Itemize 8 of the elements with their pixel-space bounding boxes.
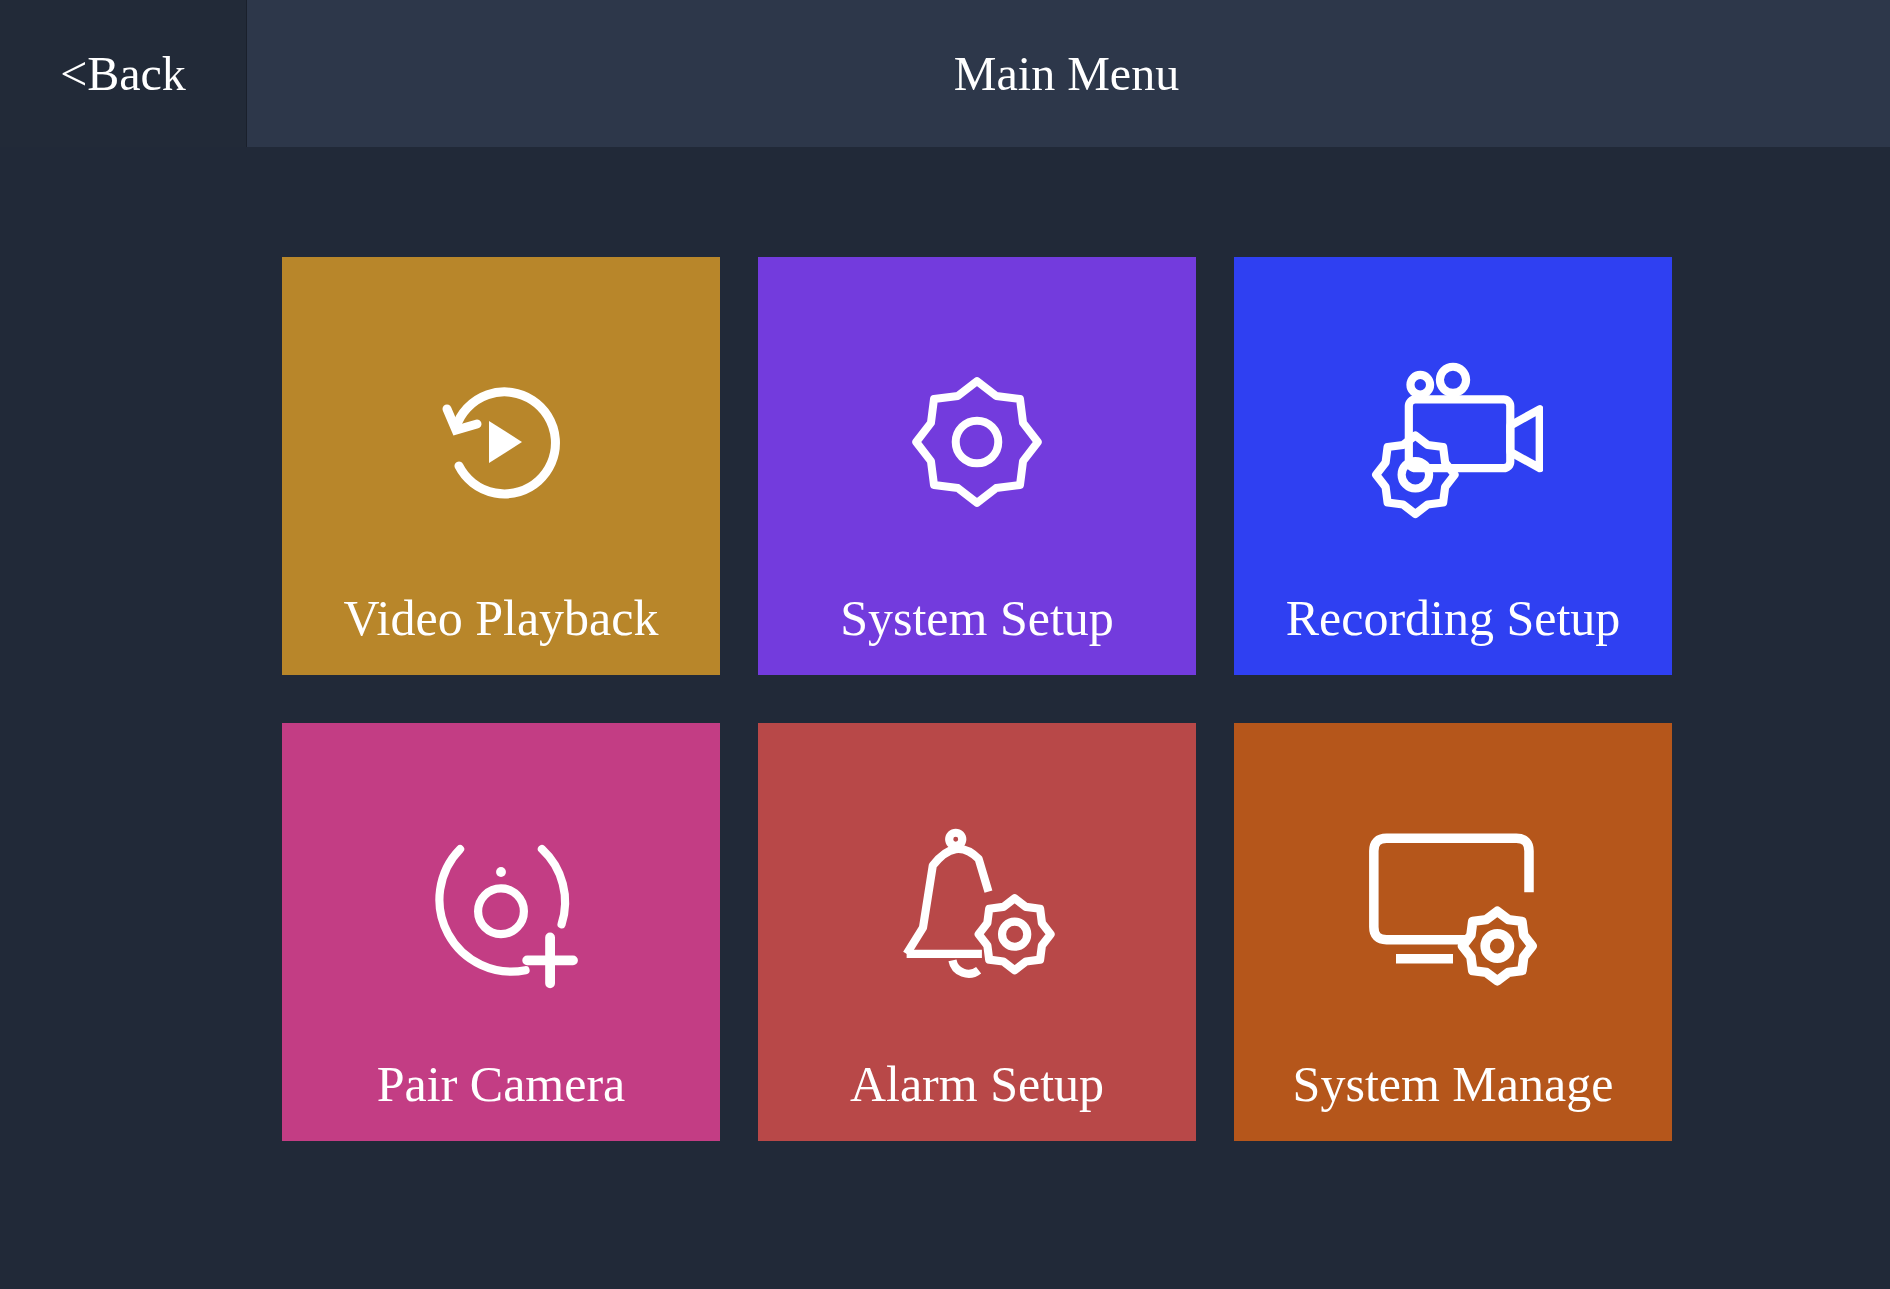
menu-tile[interactable]: System Setup (758, 257, 1196, 675)
menu-tile[interactable]: Alarm Setup (758, 723, 1196, 1141)
menu-tile[interactable]: Recording Setup (1234, 257, 1672, 675)
menu-tile[interactable]: Pair Camera (282, 723, 720, 1141)
menu-tile[interactable]: System Manage (1234, 723, 1672, 1141)
menu-tile[interactable]: Video Playback (282, 257, 720, 675)
back-button[interactable]: <Back (0, 0, 247, 147)
page-title: Main Menu (953, 45, 1180, 102)
